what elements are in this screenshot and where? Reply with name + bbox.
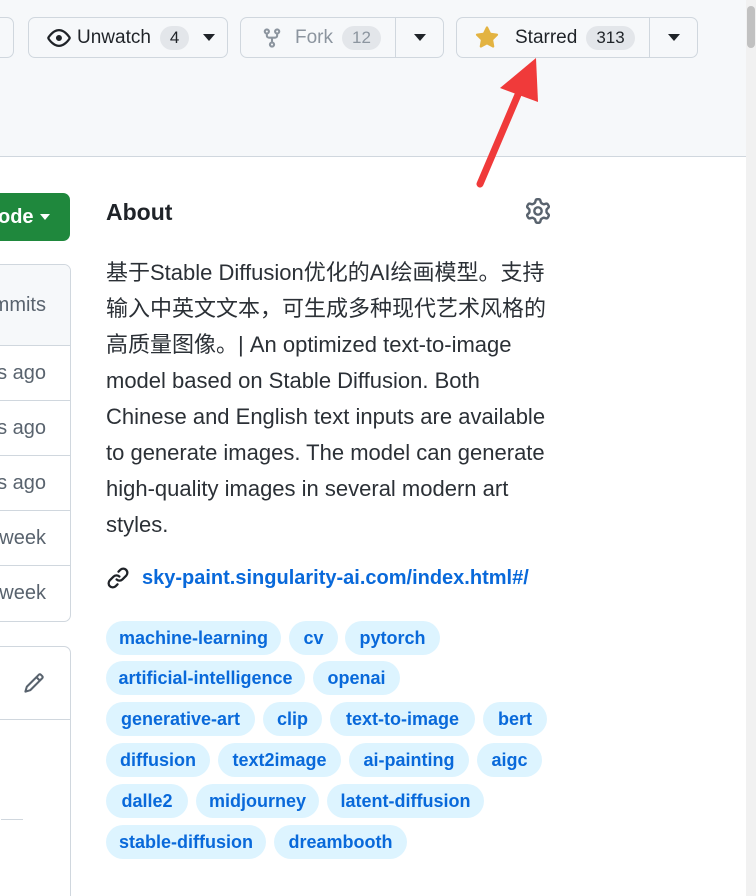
file-row[interactable]: s ago (0, 346, 70, 401)
fork-button-group: Fork 12 (240, 17, 444, 58)
topic-tag[interactable]: cv (289, 621, 338, 655)
topic-tag[interactable]: latent-diffusion (327, 784, 484, 818)
readme-header (0, 647, 70, 720)
watchers-count: 4 (159, 25, 190, 50)
fork-icon (261, 27, 283, 49)
gear-icon[interactable] (525, 198, 551, 229)
topic-tag[interactable]: aigc (477, 743, 542, 777)
commits-link[interactable]: mmits (0, 265, 70, 346)
file-row[interactable]: week (0, 566, 70, 621)
topic-tag[interactable]: openai (313, 661, 400, 695)
chevron-down-icon (413, 34, 426, 41)
starred-label: Starred (515, 26, 578, 48)
starred-button[interactable]: Starred 313 (457, 18, 649, 57)
fork-dropdown-button[interactable] (395, 18, 443, 57)
topic-tag[interactable]: ai-painting (349, 743, 469, 777)
stars-count: 313 (586, 25, 635, 50)
star-list-dropdown-button[interactable] (649, 18, 697, 57)
topic-tag[interactable]: midjourney (196, 784, 319, 818)
topic-tag[interactable]: dalle2 (106, 784, 188, 818)
file-row[interactable]: s ago (0, 401, 70, 456)
code-button-label: ode (0, 205, 34, 228)
link-icon (106, 566, 130, 590)
homepage-link-text[interactable]: sky-paint.singularity-ai.com/index.html#… (142, 567, 529, 590)
left-edge-button[interactable] (0, 17, 14, 58)
topic-tag[interactable]: text-to-image (330, 702, 475, 736)
repo-description: 基于Stable Diffusion优化的AI绘画模型。支持输入中英文文本，可生… (106, 260, 547, 537)
topic-tag[interactable]: pytorch (345, 621, 440, 655)
unwatch-label: Unwatch (77, 26, 151, 48)
topic-tag[interactable]: generative-art (106, 702, 255, 736)
code-button[interactable]: ode (0, 193, 70, 241)
topic-tag[interactable]: stable-diffusion (106, 825, 266, 859)
topic-tag[interactable]: dreambooth (274, 825, 407, 859)
eye-icon (47, 26, 71, 50)
file-list: mmits s ago s ago s ago week week (0, 264, 71, 622)
topic-tag[interactable]: bert (483, 702, 547, 736)
pencil-icon[interactable] (23, 672, 45, 699)
forks-count: 12 (342, 25, 381, 50)
scrollbar[interactable] (746, 0, 756, 896)
topic-tag[interactable]: clip (263, 702, 322, 736)
scrollbar-thumb[interactable] (747, 6, 755, 48)
fork-label: Fork (295, 26, 333, 48)
fork-button[interactable]: Fork 12 (241, 18, 395, 57)
topic-tag[interactable]: artificial-intelligence (106, 661, 305, 695)
topic-tag[interactable]: diffusion (106, 743, 210, 777)
topic-tag[interactable]: text2image (218, 743, 341, 777)
star-filled-icon (475, 25, 499, 50)
file-row[interactable]: week (0, 511, 70, 566)
chevron-down-icon (667, 34, 680, 41)
homepage-link[interactable]: sky-paint.singularity-ai.com/index.html#… (106, 566, 529, 590)
about-title: About (106, 199, 173, 225)
chevron-down-icon (203, 34, 216, 41)
file-row[interactable]: s ago (0, 456, 70, 511)
divider (1, 819, 23, 820)
unwatch-button[interactable]: Unwatch 4 (28, 17, 228, 58)
topic-tag[interactable]: machine-learning (106, 621, 281, 655)
readme-panel (0, 646, 71, 896)
star-button-group: Starred 313 (456, 17, 698, 58)
chevron-down-icon (39, 214, 50, 220)
